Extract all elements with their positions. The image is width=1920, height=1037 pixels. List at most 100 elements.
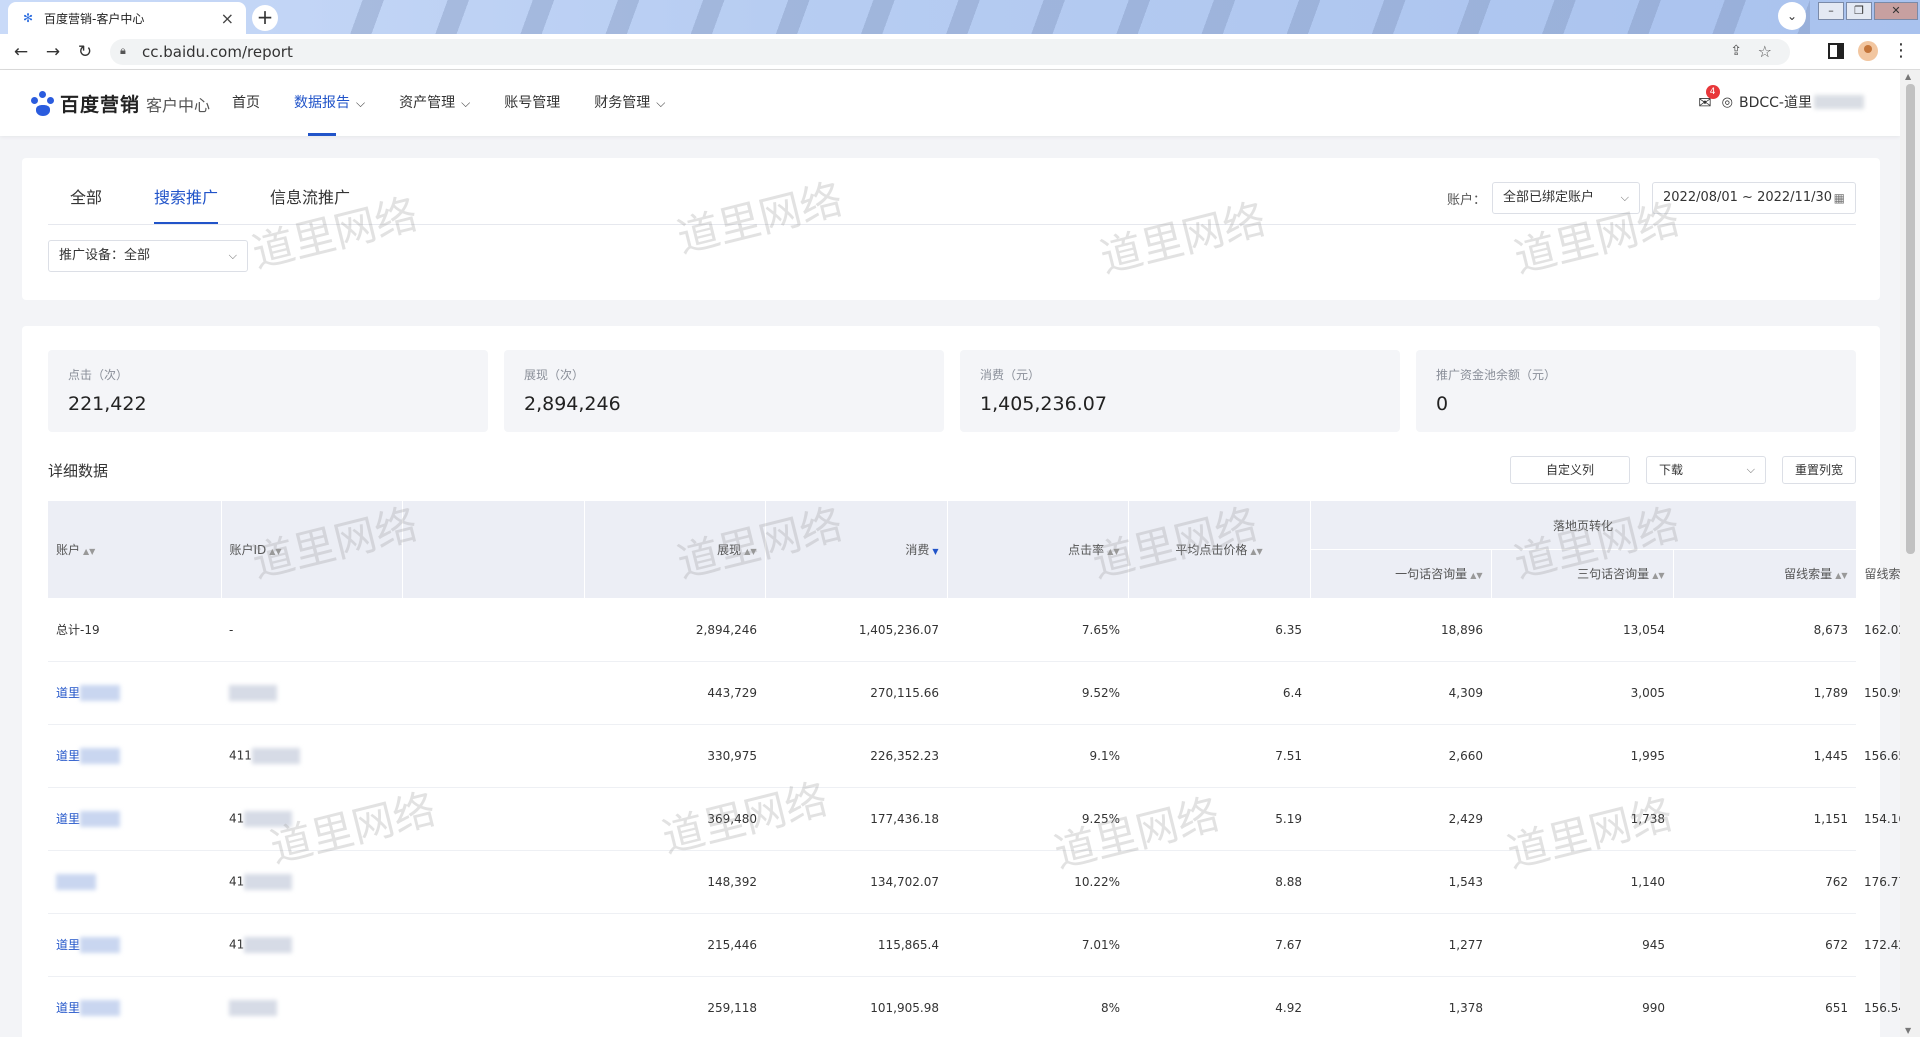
col-header-cost[interactable]: 消费 ▼ <box>765 501 948 599</box>
download-select[interactable]: 下载 ⌵ <box>1646 456 1766 484</box>
nav-item-3[interactable]: 账号管理 <box>504 70 560 136</box>
page-scrollbar[interactable]: ▲ ▼ <box>1900 70 1920 1037</box>
sort-icon[interactable]: ▲▼ <box>1470 571 1482 580</box>
col-header-impressions[interactable]: 展现 ▲▼ <box>584 501 766 599</box>
kpi-label: 展现（次） <box>524 368 585 382</box>
sort-icon[interactable]: ▲▼ <box>269 547 281 556</box>
date-range-picker[interactable]: 2022/08/01 ~ 2022/11/30 ▦ <box>1652 182 1856 214</box>
user-icon: ◎ <box>1721 94 1733 110</box>
sort-icon[interactable]: ▲▼ <box>1107 547 1119 556</box>
browser-tab[interactable]: ✻ 百度营销-客户中心 × <box>8 2 246 34</box>
message-icon[interactable]: ✉︎ 4 <box>1698 84 1720 112</box>
nav-item-label: 数据报告 <box>294 95 350 111</box>
url-field[interactable]: 🔒︎ cc.baidu.com/report ⇪ ☆ <box>110 39 1790 65</box>
col-header-one-sentence[interactable]: 一句话咨询量 ▲▼ <box>1310 549 1492 599</box>
window-close-button[interactable]: ✕ <box>1874 2 1918 20</box>
chevron-down-icon: ⌵ <box>1746 463 1755 476</box>
redacted-account-id <box>229 684 277 701</box>
browser-menu-icon[interactable]: ⋮ <box>1892 42 1910 60</box>
cell-leads: 762 <box>1673 850 1856 914</box>
cell-account[interactable] <box>48 850 221 914</box>
account-name[interactable]: 道里 <box>56 686 80 700</box>
cell-avg-cpc: 5.19 <box>1128 787 1310 851</box>
col-header-label: 点击率 <box>1068 542 1105 557</box>
redacted-account-id <box>244 873 293 890</box>
logo[interactable]: 百度营销 客户中心 <box>30 90 210 117</box>
nav-item-4[interactable]: 财务管理 ⌵ <box>594 70 665 136</box>
col-header-label: 三句话咨询量 <box>1577 567 1650 582</box>
forward-icon[interactable]: → <box>42 41 64 63</box>
col-header-label: 账户 <box>56 542 81 557</box>
custom-columns-button[interactable]: 自定义列 <box>1510 456 1630 484</box>
nav-item-1[interactable]: 数据报告 ⌵ <box>294 70 365 136</box>
cell-account[interactable]: 道里 <box>48 913 221 977</box>
cell-account[interactable]: 道里 <box>48 976 221 1037</box>
cell-cost: 101,905.98 <box>765 976 947 1037</box>
account-label: 账户： <box>1446 192 1486 208</box>
col-header-account[interactable]: 账户 ▲▼ <box>48 501 222 599</box>
device-select[interactable]: 推广设备：全部 ⌵ <box>48 240 248 272</box>
new-tab-button[interactable]: + <box>252 5 278 31</box>
redacted-account-name <box>56 873 96 890</box>
cell-account[interactable]: 道里 <box>48 787 221 851</box>
col-header-label: 平均点击价格 <box>1175 542 1248 557</box>
tab-feed-promotion[interactable]: 信息流推广 <box>270 158 350 224</box>
cell-one-sentence: 2,660 <box>1310 724 1491 788</box>
kpi-value: 221,422 <box>68 393 147 415</box>
kpi-clicks: 点击（次） 221,422 <box>48 350 488 432</box>
download-label: 下载 <box>1659 463 1684 477</box>
col-header-three-sentence[interactable]: 三句话咨询量 ▲▼ <box>1491 549 1674 599</box>
account-name[interactable]: 道里 <box>56 812 80 826</box>
bookmark-star-icon[interactable]: ☆ <box>1758 42 1772 61</box>
col-header-label: 一句话咨询量 <box>1395 567 1468 582</box>
cell-account[interactable]: 道里 <box>48 661 221 725</box>
account-id: 41 <box>229 937 245 951</box>
nav-item-2[interactable]: 资产管理 ⌵ <box>399 70 470 136</box>
nav-item-label: 账号管理 <box>504 95 561 111</box>
reload-icon[interactable]: ↻ <box>74 41 96 63</box>
tab-close-icon[interactable]: × <box>221 9 234 28</box>
sort-icon[interactable]: ▲▼ <box>1652 571 1664 580</box>
sort-icon[interactable]: ▲▼ <box>83 547 95 556</box>
account-name[interactable]: 道里 <box>56 1001 80 1015</box>
redacted-account-id <box>229 999 277 1016</box>
cell-ctr: 9.52% <box>947 661 1128 725</box>
tab-search-icon[interactable]: ⌄ <box>1778 2 1806 30</box>
cell-impressions: 148,392 <box>584 850 765 914</box>
scroll-down-icon[interactable]: ▼ <box>1905 1026 1911 1035</box>
minimize-button[interactable]: – <box>1818 2 1844 20</box>
side-panel-icon[interactable] <box>1828 43 1844 59</box>
kpi-value: 2,894,246 <box>524 393 621 415</box>
sort-icon[interactable]: ▲▼ <box>744 547 756 556</box>
reset-column-width-button[interactable]: 重置列宽 <box>1782 456 1856 484</box>
cell-three-sentence: 13,054 <box>1491 598 1673 662</box>
baidu-favicon-icon: ✻ <box>22 11 34 25</box>
restore-button[interactable]: ❐ <box>1846 2 1872 20</box>
sort-desc-icon[interactable]: ▼ <box>932 547 938 556</box>
cell-account-id: - <box>221 598 402 662</box>
cell-account[interactable]: 道里 <box>48 724 221 788</box>
scroll-up-icon[interactable]: ▲ <box>1905 72 1911 81</box>
back-icon[interactable]: ← <box>10 41 32 63</box>
col-header-leads[interactable]: 留线索量 ▲▼ <box>1673 549 1857 599</box>
sort-icon[interactable]: ▲▼ <box>1835 571 1847 580</box>
user-area: ✉︎ 4 ◎ BDCC-道里 <box>1698 84 1864 112</box>
scrollbar-thumb[interactable] <box>1906 84 1915 554</box>
col-header-avg-cpc[interactable]: 平均点击价格 ▲▼ <box>1128 501 1311 599</box>
col-header-ctr[interactable]: 点击率 ▲▼ <box>947 501 1129 599</box>
user-name-redacted <box>1814 95 1864 109</box>
account-select[interactable]: 全部已绑定账户 ⌵ <box>1492 182 1640 214</box>
cell-impressions: 330,975 <box>584 724 765 788</box>
col-header-account-id[interactable]: 账户ID ▲▼ <box>221 501 403 599</box>
profile-avatar-icon[interactable] <box>1858 41 1878 61</box>
sort-icon[interactable]: ▲▼ <box>1250 547 1262 556</box>
cell-account-id <box>221 661 402 725</box>
account-name[interactable]: 道里 <box>56 749 80 763</box>
share-icon[interactable]: ⇪ <box>1730 43 1742 59</box>
account-name[interactable]: 道里 <box>56 938 80 952</box>
nav-item-0[interactable]: 首页 <box>232 70 260 136</box>
user-name[interactable]: BDCC-道里 <box>1739 92 1812 112</box>
cell-account-id: 411 <box>221 724 402 788</box>
tab-search-promotion[interactable]: 搜索推广 <box>154 158 219 224</box>
tab-all[interactable]: 全部 <box>70 158 102 224</box>
